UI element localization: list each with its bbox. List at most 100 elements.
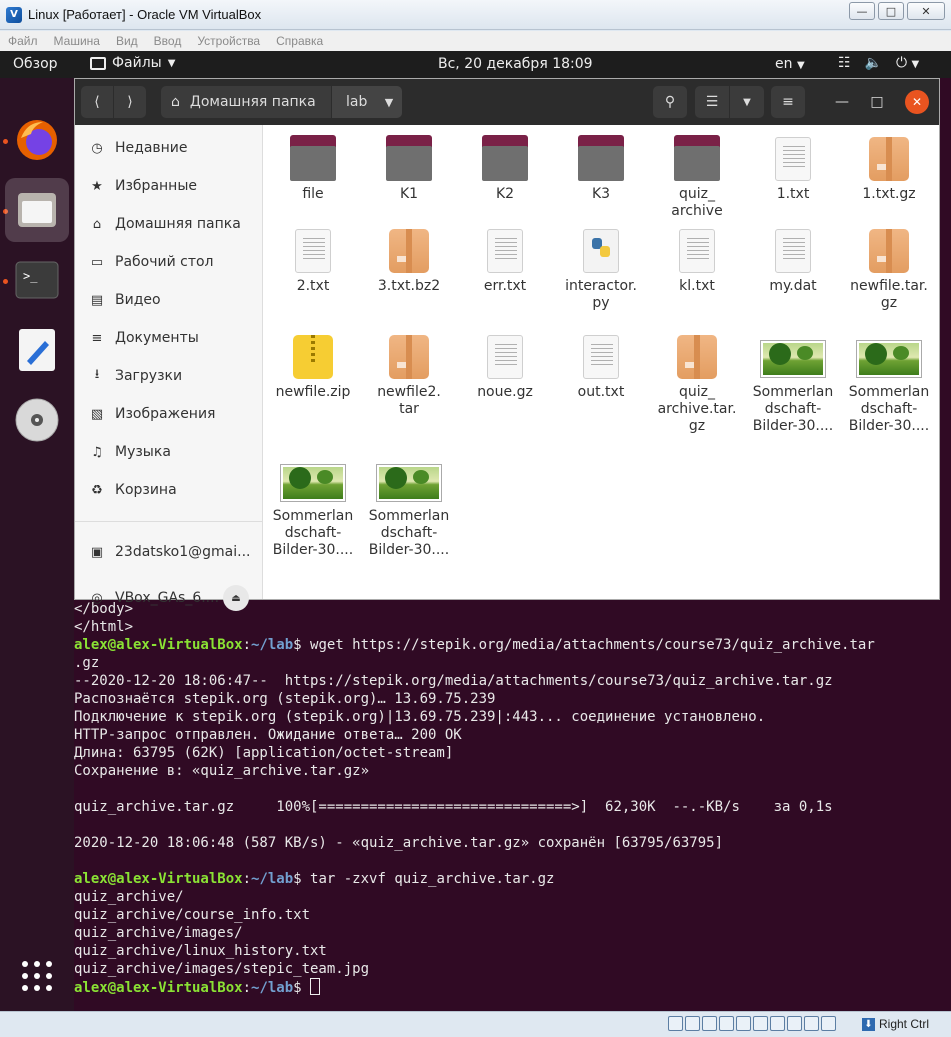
files-launcher[interactable] <box>5 178 69 242</box>
text-icon <box>289 227 337 275</box>
host-menu-item[interactable]: Устройства <box>197 34 260 48</box>
maximize-window-button[interactable]: □ <box>865 90 889 114</box>
terminal-output[interactable]: </body> </html> alex@alex-VirtualBox:~/lab… <box>74 600 944 1006</box>
file-item[interactable]: 1.txt.gz <box>843 135 935 203</box>
file-item[interactable]: interactor. py <box>555 227 647 312</box>
file-item[interactable]: my.dat <box>747 227 839 295</box>
display-icon[interactable] <box>770 1016 785 1031</box>
folder-icon <box>673 135 721 183</box>
file-item[interactable]: newfile2. tar <box>363 333 455 418</box>
optical-disc-launcher[interactable] <box>5 388 69 452</box>
host-menu-item[interactable]: Ввод <box>154 34 182 48</box>
network-icon[interactable] <box>719 1016 734 1031</box>
archive-icon <box>865 135 913 183</box>
file-item[interactable]: Sommerlan dschaft- Bilder-30.... <box>843 333 935 435</box>
text-icon <box>481 227 529 275</box>
close-window-button[interactable]: ✕ <box>905 90 929 114</box>
sidebar-item[interactable]: ▧ Изображения <box>75 395 263 433</box>
folder-icon <box>289 135 337 183</box>
eject-icon: ⏏ <box>231 592 241 604</box>
main-menu-button[interactable]: ≡ <box>771 86 805 118</box>
sidebar-item[interactable]: ⭳ Загрузки <box>75 357 263 395</box>
file-name: K3 <box>591 186 611 202</box>
text-editor-launcher[interactable] <box>5 318 69 382</box>
terminal-launcher[interactable]: >_ <box>5 248 69 312</box>
usb-icon[interactable] <box>736 1016 751 1031</box>
image-icon <box>857 333 921 381</box>
file-item[interactable]: K2 <box>459 135 551 203</box>
search-button[interactable]: ⚲ <box>653 86 687 118</box>
sidebar-item[interactable]: ≡ Документы <box>75 319 263 357</box>
view-options-button[interactable]: ▼ <box>730 86 764 118</box>
file-item[interactable]: newfile.zip <box>267 333 359 401</box>
minimize-button[interactable]: — <box>849 2 875 20</box>
app-menu[interactable]: Файлы ▼ <box>90 55 175 71</box>
sidebar-item[interactable]: ♻ Корзина <box>75 471 263 509</box>
sidebar-item[interactable]: ▭ Рабочий стол <box>75 243 263 281</box>
file-item[interactable]: noue.gz <box>459 333 551 401</box>
file-item[interactable]: Sommerlan dschaft- Bilder-30.... <box>363 457 455 559</box>
desktop-icon: ▭ <box>90 254 104 270</box>
host-key-indicator: ⬇ Right Ctrl <box>862 1017 929 1031</box>
sidebar-item[interactable]: ♫ Музыка <box>75 433 263 471</box>
system-menu[interactable]: ☷ 🔈 ⏻ ▼ <box>838 55 919 71</box>
forward-button[interactable]: ⟩ <box>114 86 146 118</box>
activities-button[interactable]: Обзор <box>13 56 58 72</box>
recording-icon[interactable] <box>787 1016 802 1031</box>
clock[interactable]: Вс, 20 декабря 18:09 <box>438 56 593 72</box>
optical-drive-icon[interactable] <box>685 1016 700 1031</box>
path-home-button[interactable]: ⌂ Домашняя папка <box>161 86 331 118</box>
host-menu-item[interactable]: Справка <box>276 34 323 48</box>
mouse-integration-icon[interactable] <box>821 1016 836 1031</box>
file-item[interactable]: out.txt <box>555 333 647 401</box>
file-item[interactable]: Sommerlan dschaft- Bilder-30.... <box>267 457 359 559</box>
host-menu-item[interactable]: Файл <box>8 34 38 48</box>
file-item[interactable]: file <box>267 135 359 203</box>
document-icon: ≡ <box>91 330 103 346</box>
show-applications-button[interactable] <box>5 944 69 1008</box>
sidebar-item[interactable]: ◷ Недавние <box>75 129 263 167</box>
file-item[interactable]: 3.txt.bz2 <box>363 227 455 295</box>
input-language[interactable]: en ▼ <box>775 56 805 72</box>
firefox-launcher[interactable] <box>5 108 69 172</box>
file-name: 1.txt <box>776 186 810 202</box>
file-item[interactable]: kl.txt <box>651 227 743 295</box>
folder-icon <box>90 56 106 70</box>
maximize-button[interactable]: □ <box>878 2 904 20</box>
file-item[interactable]: Sommerlan dschaft- Bilder-30.... <box>747 333 839 435</box>
archive-icon <box>673 333 721 381</box>
file-item[interactable]: err.txt <box>459 227 551 295</box>
host-menu-item[interactable]: Машина <box>54 34 100 48</box>
sidebar-item[interactable]: ▤ Видео <box>75 281 263 319</box>
host-menu-item[interactable]: Вид <box>116 34 138 48</box>
gnome-topbar: Обзор Файлы ▼ Вс, 20 декабря 18:09 en ▼ … <box>0 51 951 78</box>
sidebar-item[interactable]: ◎ VBox_GAs_6.... ⏏ <box>75 579 263 617</box>
sidebar-item[interactable]: ⌂ Домашняя папка <box>75 205 263 243</box>
home-icon: ⌂ <box>171 94 180 110</box>
file-item[interactable]: K3 <box>555 135 647 203</box>
minimize-window-button[interactable]: — <box>830 90 854 114</box>
view-list-button[interactable]: ☰ <box>695 86 729 118</box>
file-item[interactable]: quiz_ archive <box>651 135 743 220</box>
file-item[interactable]: quiz_ archive.tar. gz <box>651 333 743 435</box>
eject-button[interactable]: ⏏ <box>223 585 249 611</box>
close-button[interactable]: ✕ <box>907 2 945 20</box>
hdd-icon[interactable] <box>668 1016 683 1031</box>
path-menu-button[interactable]: ▼ <box>373 86 405 118</box>
file-item[interactable]: 2.txt <box>267 227 359 295</box>
shared-folder-icon[interactable] <box>753 1016 768 1031</box>
audio-icon[interactable] <box>702 1016 717 1031</box>
terminal-line: quiz_archive/images/stepic_team.jpg <box>74 961 370 977</box>
file-item[interactable]: 1.txt <box>747 135 839 203</box>
path-home-label: Домашняя папка <box>189 94 316 110</box>
cpu-icon[interactable] <box>804 1016 819 1031</box>
star-icon: ★ <box>91 178 103 194</box>
file-item[interactable]: newfile.tar. gz <box>843 227 935 312</box>
chevron-left-icon: ⟨ <box>94 94 100 110</box>
file-name: 1.txt.gz <box>862 186 916 202</box>
prompt-user: alex@alex-VirtualBox <box>74 871 243 887</box>
back-button[interactable]: ⟨ <box>81 86 113 118</box>
sidebar-item[interactable]: ★ Избранные <box>75 167 263 205</box>
file-item[interactable]: K1 <box>363 135 455 203</box>
sidebar-item[interactable]: ▣ 23datsko1@gmai... <box>75 533 263 571</box>
